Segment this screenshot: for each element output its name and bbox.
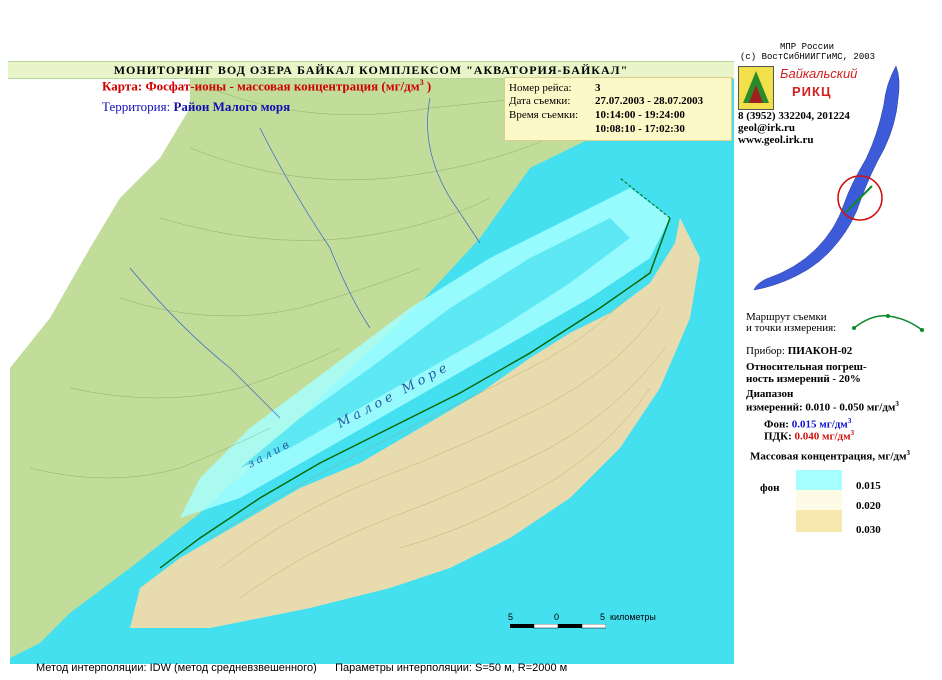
route-label-2: и точки измерения:: [746, 322, 837, 334]
device-value: ПИАКОН-02: [787, 345, 853, 357]
time-value-2: 10:08:10 - 17:02:30: [595, 123, 685, 135]
map-canvas: Малое Море залив: [10, 68, 734, 664]
legend-value-0020: 0.020: [856, 500, 881, 512]
trip-value: 3: [595, 82, 601, 94]
device-label: Прибор:: [746, 345, 785, 357]
map-title: Карта: Фосфат-ионы - массовая концентрац…: [102, 78, 431, 94]
org-line-1: МПР России: [780, 42, 835, 52]
range-text: измерений: 0.010 - 0.050 мг/дм: [746, 401, 896, 414]
mac-line: ПДК: 0.040 мг/дм3: [764, 429, 854, 443]
survey-info-box: Номер рейса: 3 Дата съемки: 27.07.2003 -…: [504, 77, 732, 141]
legend-swatch-0015: [796, 470, 842, 492]
scale-label-left: 5: [508, 612, 514, 622]
scale-unit: километры: [610, 612, 656, 622]
date-label: Дата съемки:: [509, 95, 571, 107]
legend-swatch-0020: [796, 490, 842, 512]
org-line-2: (с) ВостСибНИИГГиМС, 2003: [740, 52, 876, 62]
territory-label: Территория:: [102, 99, 171, 114]
concentration-title: Массовая концентрация, мг/дм3: [750, 449, 910, 463]
legend-value-0030: 0.030: [856, 524, 881, 536]
error-line-2: ность измерений - 20%: [746, 373, 861, 385]
time-label: Время съемки:: [509, 109, 579, 121]
scale-label-right: 5: [600, 612, 606, 622]
mac-sup: 3: [850, 429, 855, 437]
legend-swatch-0030: [796, 510, 842, 532]
mac-label: ПДК:: [764, 430, 792, 443]
territory-line: Территория: Район Малого моря: [102, 99, 290, 115]
map-title-text: Фосфат-ионы - массовая концентрация (мг/…: [145, 78, 420, 94]
concentration-title-text: Массовая концентрация, мг/дм: [750, 450, 907, 463]
route-legend-icon: [852, 314, 924, 332]
mac-value: 0.040 мг/дм: [794, 430, 851, 443]
range-line-2: измерений: 0.010 - 0.050 мг/дм3: [746, 400, 899, 414]
map-label: Карта:: [102, 78, 143, 94]
range-line-1: Диапазон: [746, 388, 794, 400]
footer-params: Параметры интерполяции: S=50 м, R=2000 м: [335, 662, 568, 674]
legend-value-0015: 0.015: [856, 480, 881, 492]
error-line-1: Относительная погреш-: [746, 361, 867, 373]
map-title-end: ): [426, 78, 432, 94]
date-value: 27.07.2003 - 28.07.2003: [595, 95, 704, 107]
territory-value: Район Малого моря: [173, 99, 291, 114]
footer: Метод интерполяции: IDW (метод средневзв…: [36, 662, 567, 674]
baikal-overview-inset: [753, 65, 900, 291]
concentration-title-sup: 3: [906, 449, 911, 457]
scale-label-mid: 0: [554, 612, 560, 622]
legend-fon-label: фон: [760, 482, 780, 494]
trip-label: Номер рейса:: [509, 82, 572, 94]
background-sup: 3: [847, 417, 852, 425]
time-value-1: 10:14:00 - 19:24:00: [595, 109, 685, 121]
device-line: Прибор: ПИАКОН-02: [746, 345, 852, 357]
map-area[interactable]: Малое Море залив: [10, 68, 734, 664]
map-title-sup: 3: [419, 78, 424, 87]
scale-bar-graphic: [510, 624, 606, 629]
range-sup: 3: [895, 400, 899, 408]
footer-method: Метод интерполяции: IDW (метод средневзв…: [36, 662, 317, 674]
